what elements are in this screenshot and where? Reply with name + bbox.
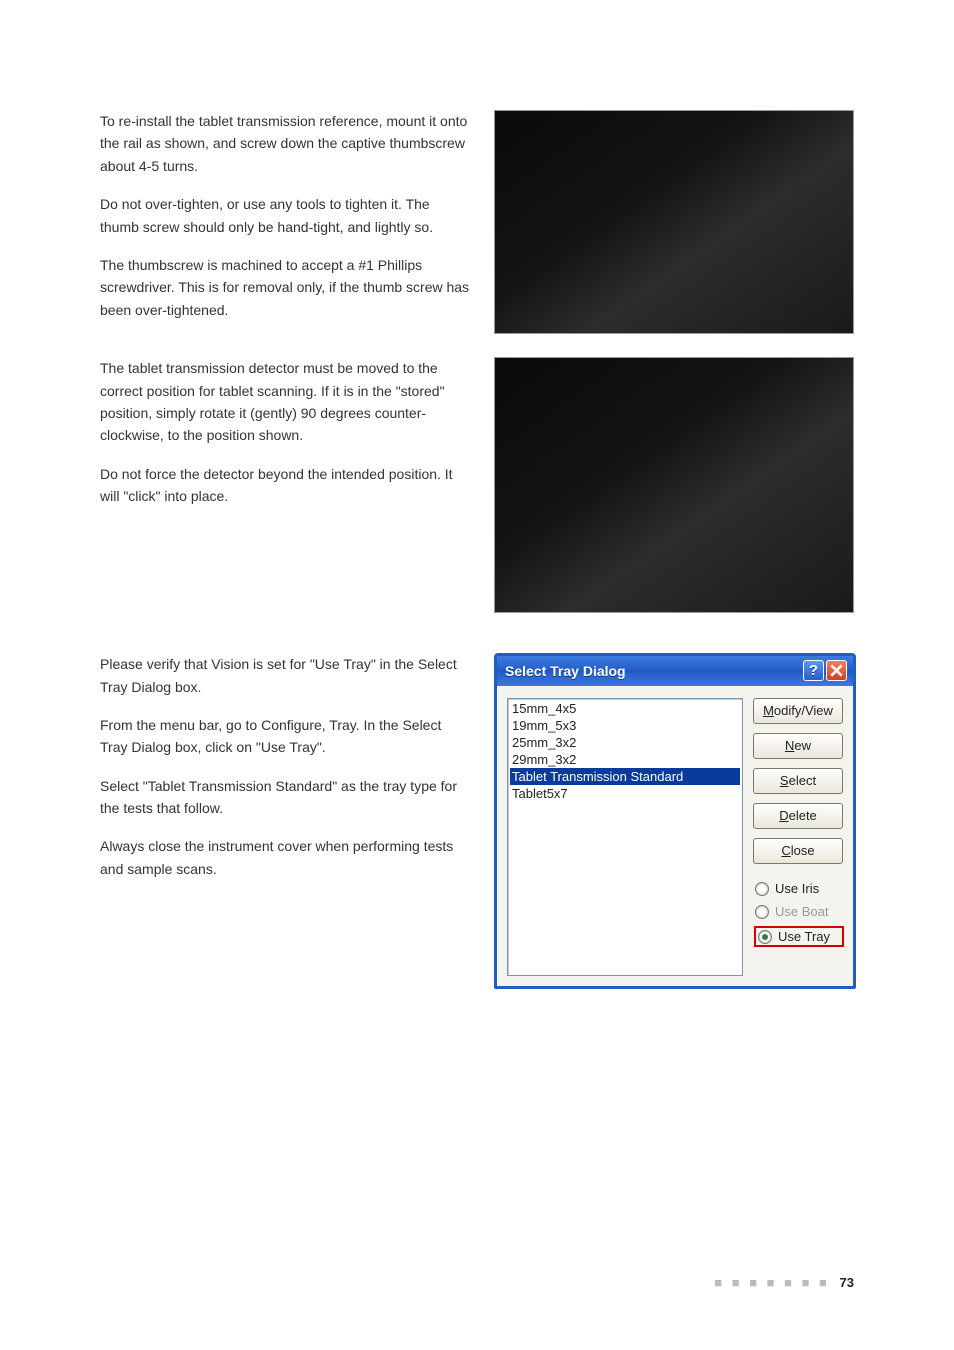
list-item[interactable]: 15mm_4x5 bbox=[510, 700, 740, 717]
close-icon bbox=[830, 664, 843, 677]
help-button[interactable]: ? bbox=[803, 660, 824, 681]
modify-view-button[interactable]: Modify/View bbox=[753, 698, 843, 724]
list-item[interactable]: Tablet5x7 bbox=[510, 785, 740, 802]
body-text: Do not over-tighten, or use any tools to… bbox=[100, 193, 470, 238]
list-item[interactable]: Tablet Transmission Standard bbox=[510, 768, 740, 785]
body-text: Select "Tablet Transmission Standard" as… bbox=[100, 775, 470, 820]
use-iris-radio[interactable]: Use Iris bbox=[755, 881, 843, 896]
dialog-title: Select Tray Dialog bbox=[505, 663, 626, 679]
footer-dots: ■ ■ ■ ■ ■ ■ ■ bbox=[714, 1275, 830, 1290]
body-text: Please verify that Vision is set for "Us… bbox=[100, 653, 470, 698]
use-tray-radio[interactable]: Use Tray bbox=[755, 927, 843, 946]
page-footer: ■ ■ ■ ■ ■ ■ ■ 73 bbox=[714, 1275, 854, 1290]
body-text: From the menu bar, go to Configure, Tray… bbox=[100, 714, 470, 759]
select-button[interactable]: Select bbox=[753, 768, 843, 794]
body-text: The tablet transmission detector must be… bbox=[100, 357, 470, 447]
body-text: Always close the instrument cover when p… bbox=[100, 835, 470, 880]
list-item[interactable]: 25mm_3x2 bbox=[510, 734, 740, 751]
radio-icon bbox=[755, 882, 769, 896]
close-button[interactable] bbox=[826, 660, 847, 681]
radio-icon bbox=[755, 905, 769, 919]
radio-icon bbox=[758, 930, 772, 944]
help-icon: ? bbox=[809, 662, 818, 679]
list-item[interactable]: 29mm_3x2 bbox=[510, 751, 740, 768]
body-text: The thumbscrew is machined to accept a #… bbox=[100, 254, 470, 321]
page-number: 73 bbox=[840, 1275, 854, 1290]
tray-listbox[interactable]: 15mm_4x519mm_5x325mm_3x229mm_3x2Tablet T… bbox=[507, 698, 743, 976]
delete-button[interactable]: Delete bbox=[753, 803, 843, 829]
select-tray-dialog: Select Tray Dialog ? 15mm_4x519mm_5x325m… bbox=[494, 653, 856, 989]
use-boat-radio: Use Boat bbox=[755, 904, 843, 919]
body-text: Do not force the detector beyond the int… bbox=[100, 463, 470, 508]
photo-thumbscrew bbox=[494, 110, 854, 334]
new-button[interactable]: New bbox=[753, 733, 843, 759]
close-action-button[interactable]: Close bbox=[753, 838, 843, 864]
photo-detector-position bbox=[494, 357, 854, 613]
body-text: To re-install the tablet transmission re… bbox=[100, 110, 470, 177]
dialog-titlebar[interactable]: Select Tray Dialog ? bbox=[497, 656, 853, 686]
list-item[interactable]: 19mm_5x3 bbox=[510, 717, 740, 734]
